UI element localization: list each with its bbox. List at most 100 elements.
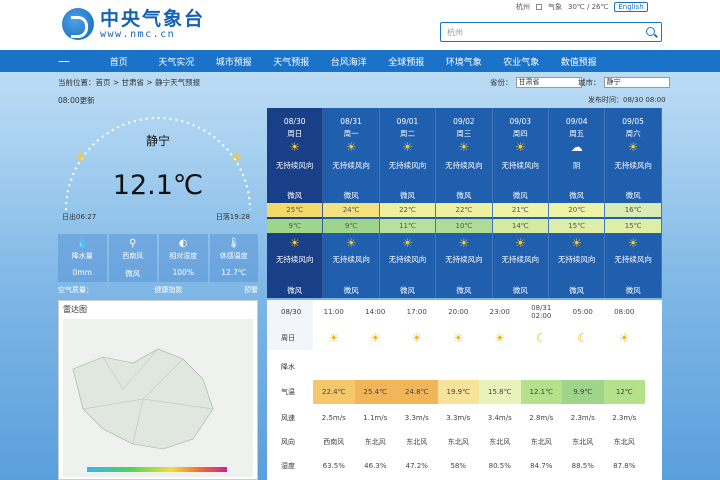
aqi-label[interactable]: 空气质量： [58,285,93,295]
hour-temp: 9.9℃ [562,380,604,404]
sun-icon: ☀ [514,140,526,154]
stat-label: 相对湿度 [169,252,198,260]
forecast-date: 09/01 [396,117,419,126]
hour-wind-dir: 东北风 [530,438,552,446]
forecast-weekday: 周日 [287,129,303,138]
current-temp: 12.1℃ [112,170,204,201]
forecast-weekday: 周六 [625,129,641,138]
search-icon[interactable] [646,27,655,36]
forecast-day[interactable]: 09/03 周四 ☀ 无持续风向 微风 21℃ 14℃ ☀ 无持续风向 微风 [492,108,549,298]
hour-wind-dir: 东北风 [447,438,469,446]
hour-time: 20:00 [448,308,469,316]
row-label: 气温 [281,388,295,396]
sun-icon: ☀ [618,331,630,345]
search-input[interactable]: 杭州 [440,22,662,42]
forecast-low: 11℃ [379,219,436,233]
site-header: 中央气象台 www.nmc.cn 杭州 气象 30℃ / 26℃ English… [0,0,720,50]
forecast-low: 9℃ [323,219,379,233]
sun-icon: ☀ [458,140,470,154]
forecast-low: 14℃ [492,219,548,233]
stat-humidity: ◐ 相对湿度 100% [159,234,208,282]
hour-wind-dir: 东北风 [613,438,635,446]
current-city: 静宁 [145,134,170,148]
hour-temp: 22.4℃ [313,380,355,404]
province-label: 省份： [490,78,513,87]
weather-link[interactable]: 气象 [548,2,562,12]
hour-humidity: 84.7% [530,462,553,470]
forecast-day[interactable]: 09/01 周二 ☀ 无持续风向 微风 22℃ 11℃ ☀ 无持续风向 微风 [379,108,437,298]
sun-icon: ☀ [328,331,340,345]
stat-value: 微风 [125,269,141,278]
forecast-weekday: 周二 [399,129,415,138]
forecast-day[interactable]: 09/04 周五 ☁ 阴 微风 20℃ 15℃ ☀ 无持续风向 微风 [549,108,606,298]
hourly-temp-row: 气温 22.4℃ 25.4℃ 24.8℃ 19.9℃ 15.8℃ 12.1℃ 9.9℃ 12℃ [267,380,662,404]
sun-icon: ☀ [345,140,357,154]
forecast-night-wind: 微风 [287,286,303,295]
forecast-date: 09/02 [453,117,475,126]
humidity-icon: ◐ [178,238,188,249]
radar-title: 雷达图 [63,305,87,314]
menu-icon[interactable]: — [58,54,70,68]
english-button[interactable]: English [614,2,648,12]
forecast-night-wind: 微风 [569,286,585,295]
forecast-high: 25℃ [267,203,323,217]
current-stats: 💧 降水量 0mm ⚲ 西南风 微风 ◐ 相对湿度 100% 🌡 体感温度 12… [58,234,258,282]
nav-item-city[interactable]: 城市预报 [205,55,263,68]
update-time: 08:00更新 [58,96,95,105]
province-selector: 省份： 甘肃省 [490,77,582,88]
nav-item-global[interactable]: 全球预报 [378,55,436,68]
nav-item-home[interactable]: 首页 [90,55,148,68]
city-select[interactable]: 静宁 [603,77,670,88]
forecast-day[interactable]: 08/31 周一 ☀ 无持续风向 微风 24℃ 9℃ ☀ 无持续风向 微风 [323,108,380,298]
current-weather-card: ☀ ☀ 静宁 12.1℃ 日出06:27 日落19:28 [58,108,258,228]
forecast-night-wind: 微风 [625,286,641,295]
hour-temp: 12℃ [603,380,645,404]
forecast-day[interactable]: 09/05 周六 ☀ 无持续风向 微风 16℃ 15℃ ☀ 无持续风向 微风 [605,108,662,298]
forecast-low: 15℃ [605,219,661,233]
forecast-date: 09/05 [622,117,644,126]
forecast-day-desc: 阴 [572,161,581,170]
sun-icon: ☀ [571,236,583,250]
sun-path-arc [65,117,251,211]
stat-value: 100% [172,268,194,277]
province-select[interactable]: 甘肃省 [515,77,582,88]
forecast-date: 08/30 [283,117,306,126]
radar-map[interactable] [63,319,253,477]
forecast-day[interactable]: 08/30 周日 ☀ 无持续风向 微风 25℃ 9℃ ☀ 无持续风向 微风 [267,108,324,298]
nav-item-environment[interactable]: 环境气象 [435,55,493,68]
forecast-night-desc: 无持续风向 [332,255,370,264]
hour-humidity: 87.8% [613,462,636,470]
forecast-night-wind: 微风 [456,286,472,295]
stat-precip: 💧 降水量 0mm [58,234,107,282]
sun-icon: ☀ [452,331,464,345]
nav-item-agriculture[interactable]: 农业气象 [493,55,551,68]
health-index-link[interactable]: 健康指数 [155,285,183,295]
hourly-rain-row: 降水 [267,360,662,374]
forecast-day-wind: 微风 [569,191,585,200]
forecast-high: 24℃ [323,203,379,217]
alert-link[interactable]: 预警 [244,285,258,295]
forecast-night-desc: 无持续风向 [614,255,652,264]
square-icon[interactable] [536,4,542,10]
hour-temp: 12.1℃ [520,380,562,404]
hourly-times-row: 08/30 11:00 14:00 17:00 20:00 23:00 08/31 02:0… [267,304,662,320]
location-link[interactable]: 杭州 [516,2,530,12]
top-links: 杭州 气象 30℃ / 26℃ English [516,2,648,12]
moon-icon: ☾ [535,331,547,345]
hourly-panel: 08/30 11:00 14:00 17:00 20:00 23:00 08/31 02:0… [267,300,662,480]
forecast-day[interactable]: 09/02 周三 ☀ 无持续风向 微风 22℃ 10℃ ☀ 无持续风向 微风 [436,108,493,298]
forecast-night-desc: 无持续风向 [388,255,427,264]
hour-temp: 25.4℃ [354,380,396,404]
nav-item-typhoon[interactable]: 台风海洋 [320,55,378,68]
hourly-icons-row: 周日 ☀ ☀ ☀ ☀ ☀ ☾ ☾ ☀ [267,326,662,350]
nav-item-observation[interactable]: 天气实况 [148,55,206,68]
sun-icon: ☀ [289,236,301,250]
sun-icon: ☀ [74,150,87,166]
nav-item-numerical[interactable]: 数值预报 [550,55,608,68]
site-logo[interactable]: 中央气象台 www.nmc.cn [62,8,205,40]
hour-wind-dir: 西南风 [323,438,345,446]
nav-item-forecast[interactable]: 天气预报 [263,55,321,68]
sun-icon: ☀ [411,331,423,345]
row-label: 风速 [281,414,295,422]
forecast-day-wind: 微风 [456,191,472,200]
